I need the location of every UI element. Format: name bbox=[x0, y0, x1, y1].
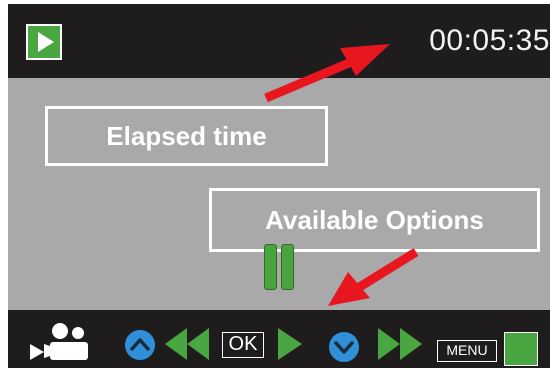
up-circle-icon[interactable] bbox=[124, 329, 156, 361]
pause-icon bbox=[264, 244, 294, 292]
elapsed-time-callout: Elapsed time bbox=[45, 106, 328, 166]
available-options-callout-label: Available Options bbox=[265, 204, 484, 235]
elapsed-time-callout-label: Elapsed time bbox=[106, 120, 267, 151]
camera-screen: 00:05:35 Elapsed time Available Options bbox=[8, 4, 550, 368]
ok-button[interactable]: OK bbox=[222, 332, 264, 358]
play-icon bbox=[26, 24, 62, 60]
preview-area: Elapsed time Available Options bbox=[8, 78, 550, 310]
rewind-icon[interactable] bbox=[163, 326, 211, 362]
play-icon[interactable] bbox=[276, 326, 304, 362]
top-status-bar: 00:05:35 bbox=[8, 4, 550, 78]
available-options-callout: Available Options bbox=[209, 188, 540, 252]
video-camera-icon bbox=[30, 323, 88, 360]
green-square-icon bbox=[504, 332, 538, 366]
down-circle-icon[interactable] bbox=[328, 331, 360, 363]
fast-forward-icon[interactable] bbox=[376, 326, 424, 362]
menu-button[interactable]: MENU bbox=[437, 340, 497, 362]
elapsed-time-readout: 00:05:35 bbox=[429, 24, 550, 57]
control-bar: OK MENU bbox=[8, 310, 550, 368]
